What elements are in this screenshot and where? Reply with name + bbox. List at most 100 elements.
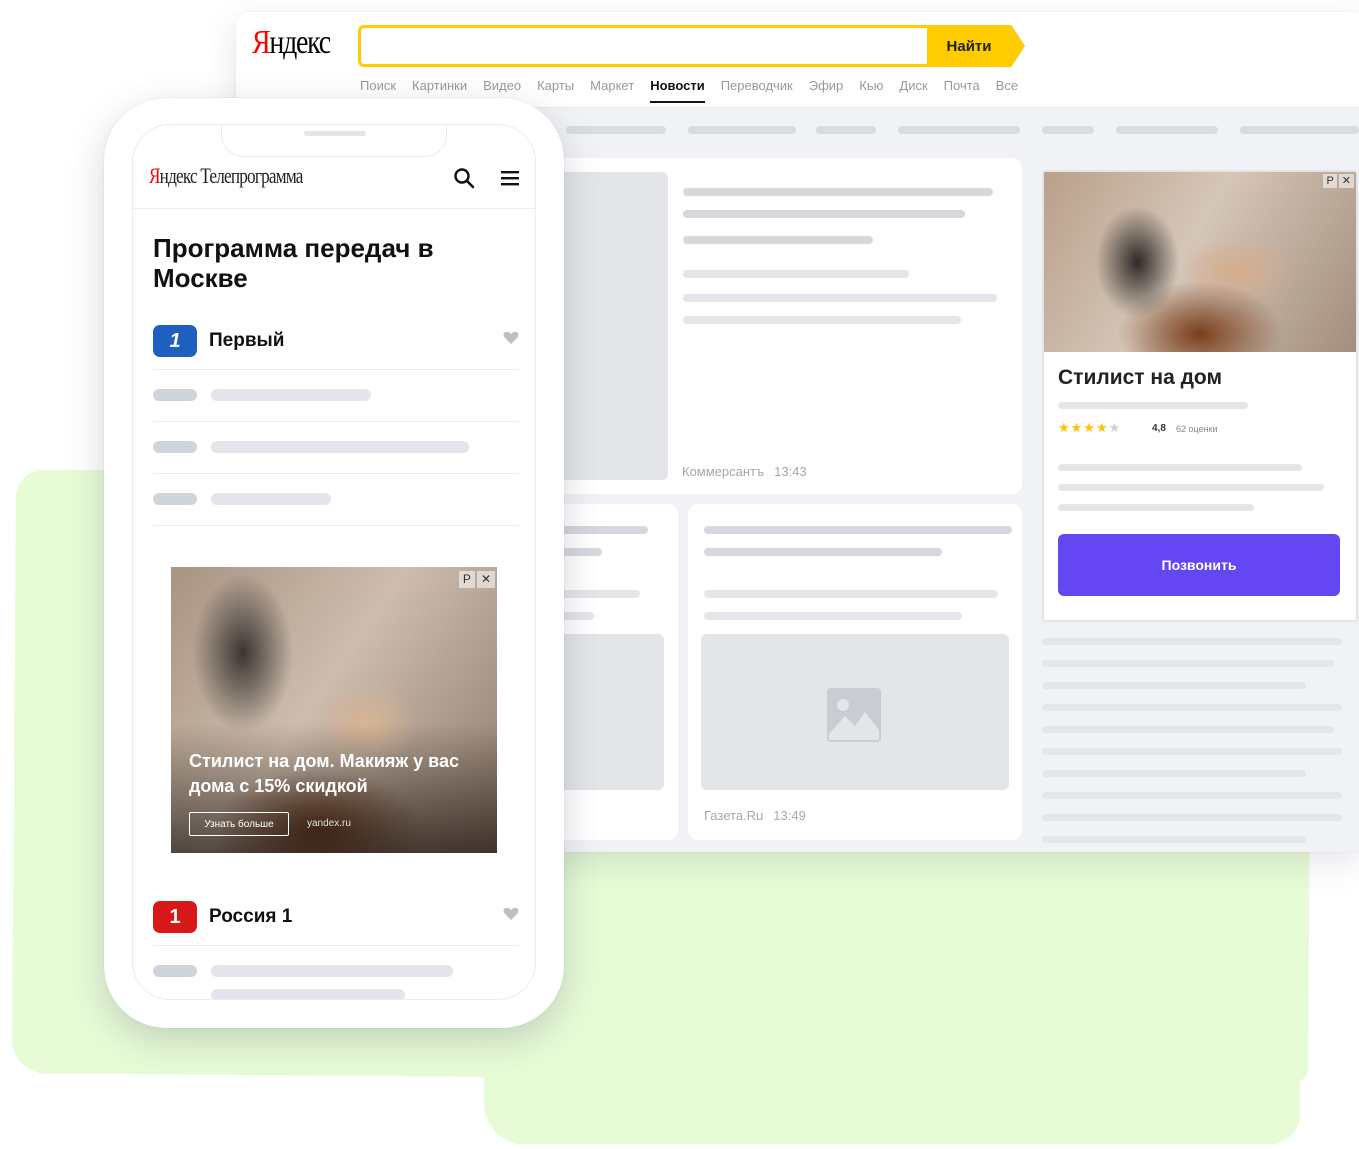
news-image-placeholder: [556, 634, 664, 790]
subnav-placeholder: [566, 126, 666, 134]
channel-name: Россия 1: [209, 906, 293, 927]
close-icon[interactable]: ✕: [1338, 174, 1354, 188]
time-placeholder: [153, 965, 197, 977]
ad-domain: yandex.ru: [307, 818, 351, 829]
channel-row-rossiya-1[interactable]: 1 Россия 1: [153, 897, 519, 937]
time-placeholder: [153, 389, 197, 401]
search-input[interactable]: [361, 28, 928, 64]
close-icon[interactable]: ✕: [476, 571, 495, 588]
background-shape-tail: [484, 1000, 1300, 1144]
text-placeholder: [1058, 504, 1254, 511]
program-placeholder: [211, 965, 453, 977]
subnav-placeholder: [1116, 126, 1218, 134]
tab-news[interactable]: Новости: [650, 78, 705, 103]
headline-placeholder: [683, 188, 993, 196]
headline-placeholder: [704, 526, 1012, 534]
divider: [153, 473, 519, 474]
text-placeholder: [683, 270, 909, 278]
text-placeholder: [1058, 464, 1302, 471]
time-placeholder: [153, 493, 197, 505]
subnav-placeholder: [1240, 126, 1359, 134]
subnav-placeholder: [898, 126, 1020, 134]
news-source: Коммерсантъ 13:43: [682, 464, 807, 479]
tab-ether[interactable]: Эфир: [809, 78, 844, 103]
text-placeholder: [1042, 682, 1306, 689]
text-placeholder: [1042, 814, 1342, 821]
subnav-placeholder: [688, 126, 796, 134]
news-card-main[interactable]: Коммерсантъ 13:43: [556, 158, 1022, 494]
image-icon: [827, 688, 881, 742]
search-button[interactable]: Найти: [927, 25, 1025, 67]
text-placeholder: [704, 590, 998, 598]
text-placeholder: [1042, 748, 1342, 755]
tab-disk[interactable]: Диск: [899, 78, 927, 103]
headline-placeholder: [683, 236, 873, 244]
headline-placeholder: [556, 526, 648, 534]
ad-label: Р: [458, 571, 475, 588]
phone-notch: [221, 125, 447, 157]
tab-mail[interactable]: Почта: [944, 78, 980, 103]
program-placeholder: [211, 389, 371, 401]
tab-translate[interactable]: Переводчик: [721, 78, 793, 103]
channel-name: Первый: [209, 330, 285, 351]
tv-program-logo[interactable]: Яндекс Телепрограмма: [149, 163, 303, 189]
headline-placeholder: [704, 548, 942, 556]
rating-stars: ★★★★★: [1058, 420, 1122, 435]
news-source: Газета.Ru 13:49: [704, 808, 806, 823]
divider: [153, 369, 519, 370]
text-placeholder: [1042, 726, 1334, 733]
page-title: Программа передач в Москве: [153, 233, 434, 293]
channel-logo: 1: [153, 325, 197, 357]
channel-row-pervyi[interactable]: 1 Первый: [153, 321, 519, 361]
ad-label: Р: [1323, 174, 1337, 188]
text-placeholder: [1042, 660, 1334, 667]
phone-screen: Яндекс Телепрограмма Программа передач в…: [132, 124, 536, 1000]
text-placeholder: [1058, 484, 1324, 491]
yandex-logo[interactable]: Яндекс: [252, 24, 331, 62]
news-image-placeholder: [701, 634, 1009, 790]
subnav-placeholder: [816, 126, 876, 134]
text-placeholder: [683, 294, 997, 302]
ad-badge: Р ✕: [458, 571, 495, 588]
ad-card[interactable]: Р ✕ Стилист на дом ★★★★★ 4,8 62 оценки П…: [1042, 170, 1358, 622]
program-placeholder: [211, 441, 469, 453]
text-placeholder: [1042, 836, 1306, 843]
divider: [153, 525, 519, 526]
heart-icon[interactable]: [503, 907, 519, 921]
news-card-small[interactable]: [556, 504, 678, 840]
ad-photo: [1044, 172, 1356, 352]
tab-maps[interactable]: Карты: [537, 78, 574, 103]
text-placeholder: [1042, 704, 1342, 711]
text-placeholder: [1042, 792, 1342, 799]
text-placeholder: [704, 612, 962, 620]
rating-value: 4,8: [1152, 423, 1166, 434]
ad-text: Стилист на дом. Макияж у вас дома с 15% …: [189, 751, 460, 796]
hamburger-menu-icon[interactable]: [497, 165, 523, 191]
desktop-header: Яндекс Найти Поиск Картинки Видео Карты …: [236, 12, 1359, 108]
speaker: [304, 131, 366, 136]
search-icon[interactable]: [451, 165, 477, 191]
learn-more-button[interactable]: Узнать больше: [189, 812, 289, 836]
text-placeholder: [1042, 638, 1342, 645]
rating-count: 62 оценки: [1176, 424, 1218, 434]
tab-all[interactable]: Все: [996, 78, 1018, 103]
text-placeholder: [1042, 770, 1306, 777]
channel-logo: 1: [153, 901, 197, 933]
program-placeholder: [211, 493, 331, 505]
phone-ad-banner[interactable]: Р ✕ Стилист на дом. Макияж у вас дома с …: [171, 567, 497, 853]
news-card-secondary[interactable]: Газета.Ru 13:49: [688, 504, 1022, 840]
ad-badge: Р ✕: [1323, 174, 1354, 188]
call-button[interactable]: Позвонить: [1058, 534, 1340, 596]
phone-mockup: Яндекс Телепрограмма Программа передач в…: [104, 98, 564, 1028]
heart-icon[interactable]: [503, 331, 519, 345]
program-placeholder: [211, 989, 405, 999]
tab-market[interactable]: Маркет: [590, 78, 634, 103]
tab-q[interactable]: Кью: [859, 78, 883, 103]
subnav-placeholder: [1042, 126, 1094, 134]
text-placeholder: [683, 316, 961, 324]
news-image-placeholder: [556, 172, 668, 480]
time-placeholder: [153, 441, 197, 453]
text-placeholder: [1058, 402, 1248, 409]
divider: [153, 421, 519, 422]
text-placeholder: [556, 590, 640, 598]
